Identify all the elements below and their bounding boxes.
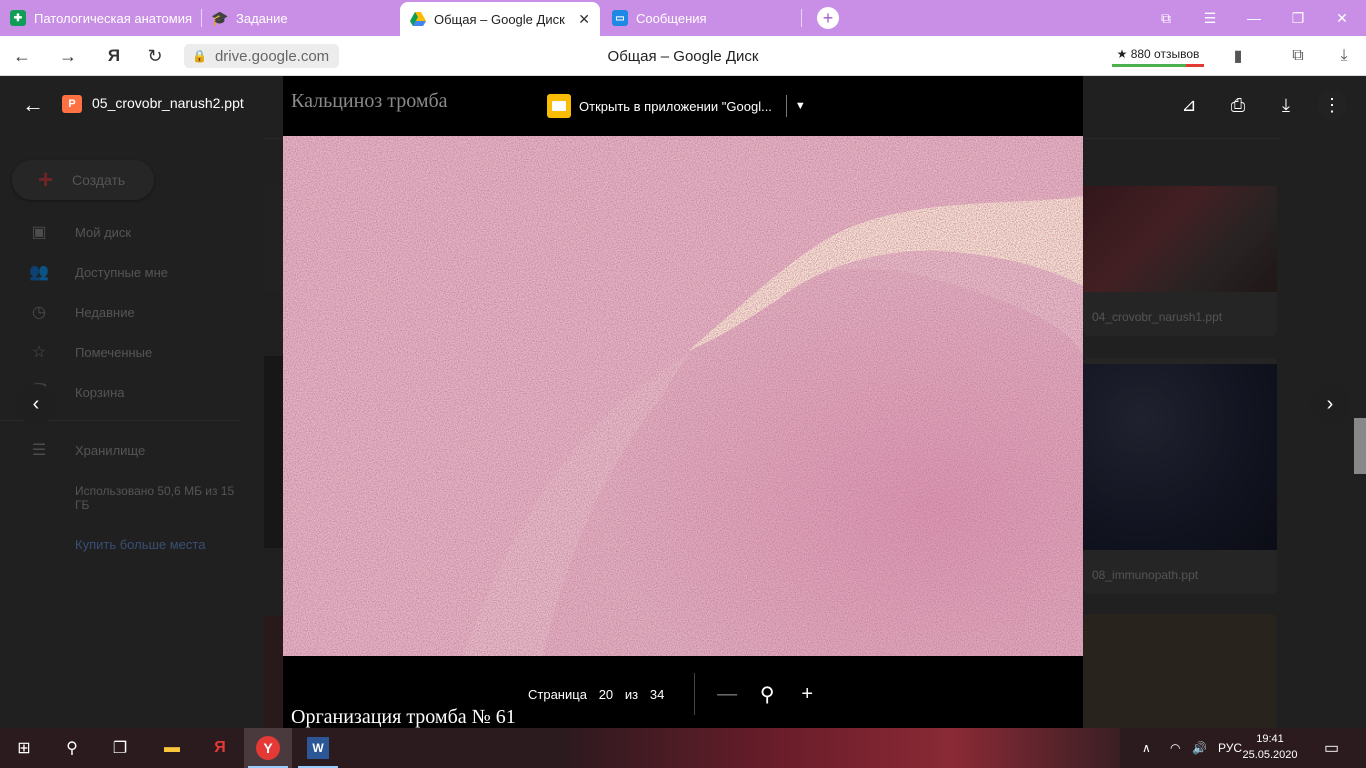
tab-label: Сообщения	[636, 10, 707, 26]
page-current-input[interactable]: 20	[593, 687, 619, 702]
more-options-icon[interactable]: ⋮	[1317, 90, 1347, 120]
tabs-list-icon[interactable]: ⧉	[1144, 0, 1188, 36]
bookmark-icon[interactable]: ▮	[1220, 36, 1256, 76]
tab-label: Патологическая анатомия	[34, 10, 192, 26]
clock-time: 19:41	[1256, 733, 1284, 745]
viewer-file-name: 05_crovobr_narush2.ppt	[92, 95, 244, 111]
moodle-icon: 🎓	[211, 9, 229, 26]
viewer-header: ← P 05_crovobr_narush2.ppt ⊿ ⎙ ⤓ ⋮	[0, 76, 1366, 134]
search-icon[interactable]: ⚲	[48, 728, 96, 768]
pager-divider	[694, 673, 696, 715]
close-tab-icon[interactable]: ✕	[570, 11, 590, 28]
tab-pathology[interactable]: ✚ Патологическая анатомия	[0, 4, 200, 32]
network-icon[interactable]: ◠	[1170, 728, 1180, 768]
windows-taskbar: ⊞ ⚲ ❐ ▬ Я Y W ∧ ◠ 🔊 РУС 19:41 25.05.2020…	[0, 728, 1366, 768]
tab-label: Общая – Google Диск	[434, 11, 565, 27]
drive-icon	[410, 12, 426, 26]
previous-file-button[interactable]: ‹	[16, 384, 56, 424]
zoom-icon[interactable]: ⚲	[747, 682, 787, 707]
tab-label: Задание	[236, 10, 288, 26]
new-tab-button[interactable]: +	[817, 7, 839, 29]
clock[interactable]: 19:41 25.05.2020	[1240, 731, 1300, 763]
slide-viewer: Кальциноз тромба Открыть в приложении "G…	[283, 76, 1083, 728]
page-total: 34	[649, 686, 665, 702]
restore-icon[interactable]: ❐	[1276, 0, 1320, 36]
back-icon[interactable]: ←	[4, 36, 40, 76]
extensions-icon[interactable]: ⧉	[1280, 36, 1316, 76]
page-label: Страница	[528, 686, 587, 702]
language-indicator[interactable]: РУС	[1218, 728, 1242, 768]
download-icon[interactable]: ⤓	[1326, 36, 1362, 76]
windows-start-icon[interactable]: ⊞	[0, 728, 48, 768]
word-logo-icon: W	[307, 737, 329, 759]
chevron-right-icon: ›	[1326, 392, 1334, 415]
notifications-icon[interactable]: ▭	[1324, 728, 1339, 768]
close-viewer-back-icon[interactable]: ←	[20, 92, 46, 118]
forward-icon[interactable]: →	[50, 36, 86, 76]
zoom-in-icon[interactable]: +	[787, 683, 827, 706]
sheets-icon: ✚	[10, 10, 26, 26]
yandex-app-icon[interactable]: Я	[196, 728, 244, 768]
task-view-icon[interactable]: ❐	[96, 728, 144, 768]
tab-separator	[801, 9, 802, 27]
page-controls: Страница 20 из 34 — ⚲ +	[528, 672, 840, 716]
next-slide-caption: Организация тромба № 61	[291, 706, 516, 728]
file-explorer-icon[interactable]: ▬	[148, 728, 196, 768]
taskbar-wallpaper	[560, 728, 1120, 768]
histology-image	[283, 136, 1083, 656]
print-icon[interactable]: ⎙	[1223, 90, 1253, 120]
lock-icon: 🔒	[192, 49, 207, 63]
reviews-badge[interactable]: ★ 880 отзывов	[1112, 43, 1204, 67]
tab-messages[interactable]: ▭ Сообщения	[602, 4, 800, 32]
add-to-drive-icon[interactable]: ⊿	[1174, 90, 1204, 120]
tray-chevron-icon[interactable]: ∧	[1142, 728, 1151, 768]
reload-icon[interactable]: ↻	[137, 36, 173, 76]
chevron-left-icon: ‹	[32, 392, 40, 415]
next-file-button[interactable]: ›	[1310, 384, 1350, 424]
zoom-out-icon[interactable]: —	[707, 683, 747, 706]
yandex-icon[interactable]: Я	[96, 36, 132, 76]
close-window-icon[interactable]: ✕	[1320, 0, 1364, 36]
word-icon[interactable]: W	[294, 728, 342, 768]
tab-assignment[interactable]: 🎓 Задание	[202, 4, 398, 32]
volume-icon[interactable]: 🔊	[1192, 728, 1207, 768]
page-of-label: из	[624, 686, 639, 702]
messages-icon: ▭	[612, 10, 628, 26]
download-file-icon[interactable]: ⤓	[1271, 90, 1301, 120]
powerpoint-file-icon: P	[62, 95, 82, 113]
url-text: drive.google.com	[214, 47, 330, 65]
scrollbar-thumb[interactable]	[1354, 418, 1366, 474]
url-field[interactable]: 🔒 drive.google.com	[184, 44, 340, 68]
tab-google-drive[interactable]: Общая – Google Диск ✕	[400, 2, 600, 36]
clock-date: 25.05.2020	[1242, 749, 1298, 761]
browser-tab-bar: ✚ Патологическая анатомия 🎓 Задание Обща…	[0, 0, 1366, 36]
yandex-logo-icon: Y	[256, 736, 280, 760]
address-bar: ← → Я ↻ 🔒 drive.google.com Общая – Googl…	[0, 36, 1366, 76]
yandex-browser-icon[interactable]: Y	[244, 728, 292, 768]
minimize-icon[interactable]: —	[1232, 0, 1276, 36]
menu-icon[interactable]: ☰	[1188, 0, 1232, 36]
